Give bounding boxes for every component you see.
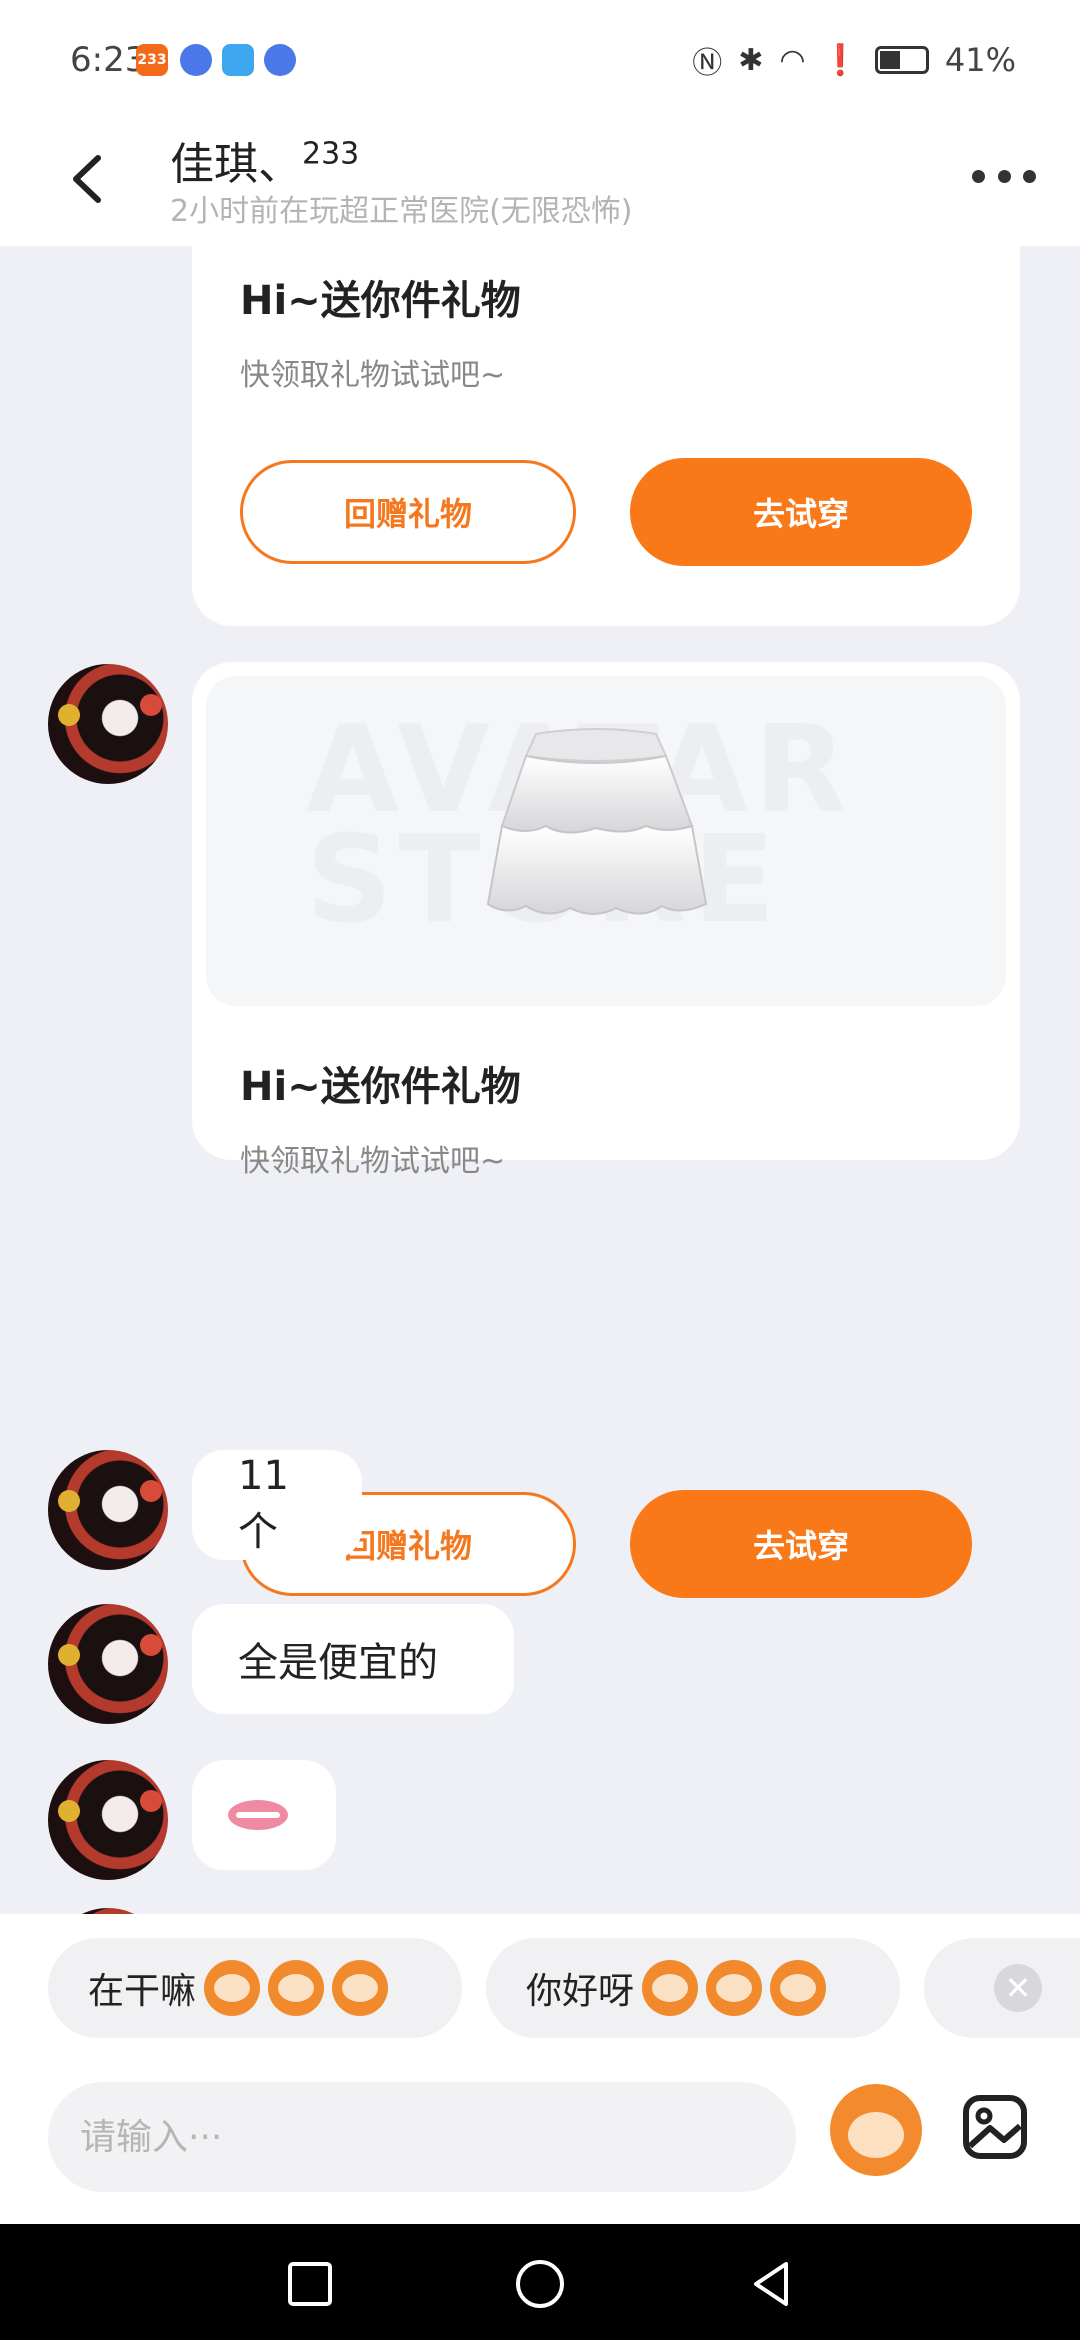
chat-header: 佳琪、233 2小时前在玩超正常医院(无限恐怖) [0, 116, 1080, 246]
text-message[interactable]: 全是便宜的 [192, 1604, 514, 1714]
system-nav-bar [0, 2224, 1080, 2340]
contact-name-suffix: 233 [302, 136, 360, 172]
weather-icon [222, 44, 254, 76]
image-picker-icon[interactable] [960, 2092, 1030, 2162]
gift-subtitle: 快领取礼物试试吧~ [240, 358, 506, 393]
contact-status: 2小时前在玩超正常医院(无限恐怖) [170, 194, 633, 229]
gift-image[interactable]: AVATAR STORE [206, 676, 1006, 1006]
quick-reply-text: 你好呀 [526, 1971, 635, 2012]
skirt-image [486, 728, 708, 915]
gift-subtitle: 快领取礼物试试吧~ [240, 1144, 506, 1179]
gift-message-card: AVATAR STORE Hi~送你件礼物 快领取礼物试试吧~ 回赠礼物 去试穿 [192, 662, 1020, 1598]
nfc-icon: Ⓝ [692, 46, 723, 81]
app-badge-icon: 233 [136, 44, 168, 76]
try-on-button[interactable]: 去试穿 [630, 1490, 972, 1598]
quick-reply-text: 在干嘛 [88, 1971, 197, 2012]
monkey-emoji-icon [642, 1960, 699, 2016]
monkey-emoji-icon [332, 1960, 389, 2016]
monkey-emoji-icon [204, 1960, 261, 2016]
back-arrow-icon[interactable] [54, 144, 124, 214]
status-bar: 6:23 233 Ⓝ ✱ ◠ ❗ 41% [0, 0, 1080, 116]
gift-title: Hi~送你件礼物 [240, 1064, 521, 1110]
try-on-button[interactable]: 去试穿 [630, 458, 972, 566]
monkey-emoji-icon [706, 1960, 763, 2016]
avatar[interactable] [48, 1604, 168, 1724]
browser-icon [180, 44, 212, 76]
quick-reply-chip[interactable]: 在干嘛 [48, 1938, 462, 2038]
monkey-emoji-icon [770, 1960, 827, 2016]
more-options-icon[interactable] [972, 164, 1036, 188]
emoji-message[interactable] [192, 1760, 336, 1870]
badge-text: 233 [137, 52, 167, 68]
message-input[interactable] [48, 2082, 796, 2192]
bluetooth-icon: ✱ [738, 42, 764, 78]
chat-screen: 6:23 233 Ⓝ ✱ ◠ ❗ 41% 佳琪、233 2小时前在玩超正常医院(… [0, 0, 1080, 2340]
close-icon[interactable]: ✕ [994, 1964, 1042, 2012]
home-circle-icon[interactable] [510, 2254, 570, 2314]
text-message[interactable]: 11个 [192, 1450, 362, 1560]
message-list[interactable]: Hi~送你件礼物 快领取礼物试试吧~ 回赠礼物 去试穿 AVATAR STORE [0, 246, 1080, 1914]
avatar[interactable] [48, 1760, 168, 1880]
status-icons: Ⓝ ✱ ◠ ❗ 41% [692, 38, 1016, 82]
input-bar [0, 2070, 1080, 2224]
avatar[interactable] [48, 1450, 168, 1570]
quick-reply-bar: 在干嘛 你好呀 ✕ [0, 1914, 1080, 2070]
avatar[interactable] [48, 664, 168, 784]
wifi-icon: ◠ [779, 42, 806, 78]
gift-title: Hi~送你件礼物 [240, 278, 521, 324]
battery-icon [874, 46, 929, 74]
quick-reply-chip[interactable]: 你好呀 [486, 1938, 900, 2038]
gift-message-card: Hi~送你件礼物 快领取礼物试试吧~ 回赠礼物 去试穿 [192, 246, 1020, 626]
emoji-button[interactable] [830, 2084, 922, 2176]
monkey-emoji-icon [268, 1960, 325, 2016]
alert-icon: ❗ [821, 42, 859, 78]
lips-emoji [228, 1800, 288, 1830]
back-triangle-icon[interactable] [742, 2254, 802, 2314]
battery-percent: 41% [944, 41, 1016, 79]
return-gift-button[interactable]: 回赠礼物 [240, 460, 576, 564]
browser-icon-2 [264, 44, 296, 76]
status-time: 6:23 [70, 40, 147, 80]
recents-square-icon[interactable] [280, 2254, 340, 2314]
contact-name: 佳琪、233 [170, 136, 360, 190]
